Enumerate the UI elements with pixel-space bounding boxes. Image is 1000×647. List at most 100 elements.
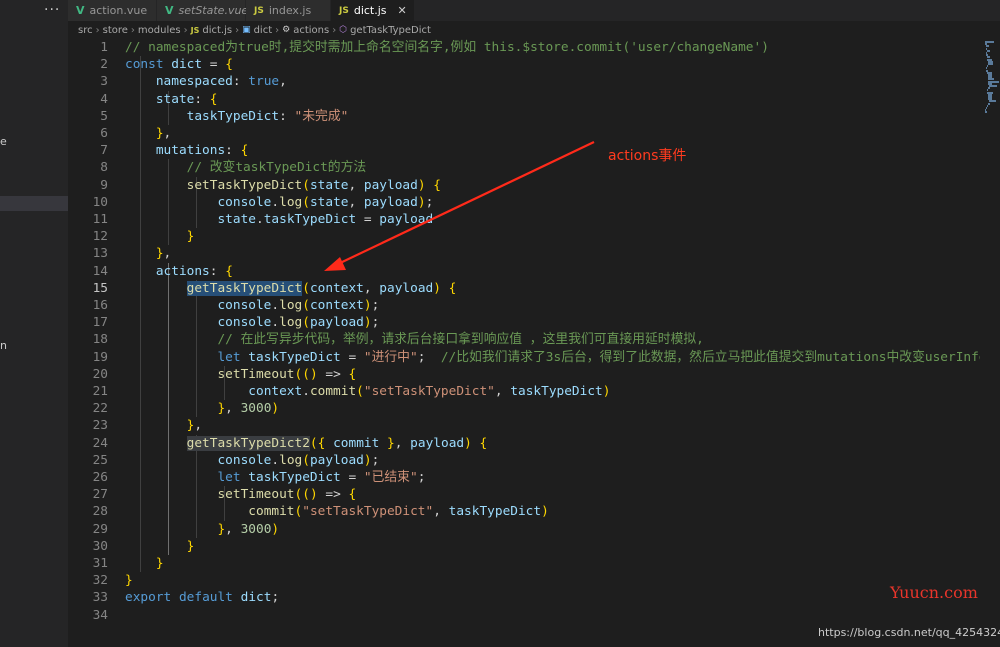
breadcrumb-item[interactable]: modules xyxy=(138,25,181,36)
code-text[interactable]: } xyxy=(125,228,195,245)
code-text[interactable]: setTimeout(() => { xyxy=(125,486,356,503)
code-line[interactable]: 4 state: { xyxy=(68,91,980,108)
code-text[interactable]: console.log(state, payload); xyxy=(125,194,433,211)
code-line[interactable]: 32} xyxy=(68,572,980,589)
code-line[interactable]: 23 }, xyxy=(68,417,980,434)
code-text[interactable]: getTaskTypeDict(context, payload) { xyxy=(125,280,456,297)
line-number: 19 xyxy=(92,349,108,365)
tab-dict-js[interactable]: JS dict.js ✕ xyxy=(331,0,415,21)
breadcrumb-item[interactable]: dict xyxy=(254,25,273,36)
code-editor[interactable]: 1 // namespaced为true时,提交时需加上命名空间名字,例如 thi… xyxy=(68,39,980,647)
code-line[interactable]: 1 // namespaced为true时,提交时需加上命名空间名字,例如 thi… xyxy=(68,39,980,56)
chevron-right-icon: › xyxy=(183,24,188,36)
code-line[interactable]: 28 commit("setTaskTypeDict", taskTypeDic… xyxy=(68,503,980,520)
code-text[interactable]: mutations: { xyxy=(125,142,248,159)
code-line[interactable]: 14 actions: { xyxy=(68,263,980,280)
code-text[interactable]: setTimeout(() => { xyxy=(125,366,356,383)
minimap[interactable] xyxy=(985,39,1000,647)
tab-action-vue[interactable]: V action.vue xyxy=(68,0,157,21)
code-line[interactable]: 5 taskTypeDict: "未完成" xyxy=(68,108,980,125)
code-line[interactable]: 26 let taskTypeDict = "已结束"; xyxy=(68,469,980,486)
chevron-right-icon: › xyxy=(235,24,240,36)
code-text[interactable]: }, 3000) xyxy=(125,521,279,538)
code-line[interactable]: 12 } xyxy=(68,228,980,245)
code-text[interactable]: } xyxy=(125,572,133,589)
annotation-label: actions事件 xyxy=(608,148,687,164)
code-line[interactable]: 16 console.log(context); xyxy=(68,297,980,314)
code-line[interactable]: 22 }, 3000) xyxy=(68,400,980,417)
code-line[interactable]: 9 setTaskTypeDict(state, payload) { xyxy=(68,177,980,194)
code-line[interactable]: 10 console.log(state, payload); xyxy=(68,194,980,211)
breadcrumb-item[interactable]: actions xyxy=(293,25,329,36)
explorer-fragment[interactable]: e xyxy=(0,135,7,148)
code-line[interactable]: 31 } xyxy=(68,555,980,572)
breadcrumb-item[interactable]: store xyxy=(103,25,128,36)
code-line[interactable]: 33 export default dict; xyxy=(68,589,980,606)
tab-setstate-vue[interactable]: V setState.vue xyxy=(157,0,248,21)
code-line[interactable]: 8 // 改变taskTypeDict的方法 xyxy=(68,159,980,176)
code-text[interactable]: commit("setTaskTypeDict", taskTypeDict) xyxy=(125,503,549,520)
more-actions-icon[interactable]: ··· xyxy=(44,2,60,18)
code-text[interactable]: } xyxy=(125,555,164,572)
line-number: 6 xyxy=(100,126,108,141)
code-text[interactable]: const dict = { xyxy=(125,56,233,73)
code-text[interactable]: console.log(context); xyxy=(125,297,379,314)
code-line[interactable]: 24 getTaskTypeDict2({ commit }, payload)… xyxy=(68,435,980,452)
code-line[interactable]: 25 console.log(payload); xyxy=(68,452,980,469)
line-number: 23 xyxy=(92,418,108,434)
variable-icon: ▣ xyxy=(242,25,251,35)
tab-label: index.js xyxy=(268,4,312,17)
code-text[interactable]: namespaced: true, xyxy=(125,73,287,90)
code-line[interactable]: 21 context.commit("setTaskTypeDict", tas… xyxy=(68,383,980,400)
code-text[interactable]: // namespaced为true时,提交时需加上命名空间名字,例如 this… xyxy=(125,39,769,56)
line-number: 22 xyxy=(92,401,108,417)
breadcrumb-item[interactable]: getTaskTypeDict xyxy=(350,25,431,36)
code-line[interactable]: 19 let taskTypeDict = "进行中"; //比如我们请求了3s… xyxy=(68,349,980,366)
code-text[interactable]: }, xyxy=(125,125,171,142)
code-text[interactable]: context.commit("setTaskTypeDict", taskTy… xyxy=(125,383,610,400)
code-line[interactable]: 34 xyxy=(68,607,980,624)
explorer-selected-row[interactable] xyxy=(0,196,68,211)
code-line[interactable]: 3 namespaced: true, xyxy=(68,73,980,90)
close-icon[interactable]: ✕ xyxy=(398,4,407,17)
code-text[interactable]: let taskTypeDict = "已结束"; xyxy=(125,469,425,486)
breadcrumb-item[interactable]: dict.js xyxy=(202,25,232,36)
code-text[interactable]: export default dict; xyxy=(125,589,279,606)
code-line[interactable]: 29 }, 3000) xyxy=(68,521,980,538)
line-number: 18 xyxy=(92,332,108,348)
minimap-line xyxy=(987,49,991,52)
line-number: 15 xyxy=(92,280,108,296)
code-text[interactable]: }, xyxy=(125,245,171,262)
code-text[interactable]: taskTypeDict: "未完成" xyxy=(125,108,349,125)
code-line[interactable]: 18 // 在此写异步代码，举例，请求后台接口拿到响应值 ，这里我们可直接用延时… xyxy=(68,331,980,348)
line-number: 31 xyxy=(92,556,108,571)
code-line[interactable]: 20 setTimeout(() => { xyxy=(68,366,980,383)
code-line[interactable]: 13 }, xyxy=(68,245,980,262)
tab-index-js[interactable]: JS index.js xyxy=(246,0,331,21)
code-line[interactable]: 7 mutations: { xyxy=(68,142,980,159)
line-number: 27 xyxy=(92,487,108,503)
code-text[interactable]: }, xyxy=(125,417,202,434)
code-line[interactable]: 11 state.taskTypeDict = payload xyxy=(68,211,980,228)
code-text[interactable]: console.log(payload); xyxy=(125,314,379,331)
explorer-fragment[interactable]: n xyxy=(0,339,7,352)
code-text[interactable]: state.taskTypeDict = payload xyxy=(125,211,433,228)
code-text[interactable]: setTaskTypeDict(state, payload) { xyxy=(125,177,441,194)
code-text[interactable]: let taskTypeDict = "进行中"; //比如我们请求了3s后台，… xyxy=(125,349,980,366)
code-text[interactable]: } xyxy=(125,538,195,555)
code-line[interactable]: 15 getTaskTypeDict(context, payload) { xyxy=(68,280,980,297)
code-text[interactable]: console.log(payload); xyxy=(125,452,379,469)
code-text[interactable]: actions: { xyxy=(125,263,233,280)
code-line[interactable]: 27 setTimeout(() => { xyxy=(68,486,980,503)
code-text[interactable]: state: { xyxy=(125,91,218,108)
line-number: 11 xyxy=(92,212,108,227)
code-line[interactable]: 6 }, xyxy=(68,125,980,142)
code-text[interactable]: // 在此写异步代码，举例，请求后台接口拿到响应值 ，这里我们可直接用延时模拟, xyxy=(125,331,703,348)
code-text[interactable]: getTaskTypeDict2({ commit }, payload) { xyxy=(125,435,487,452)
code-line[interactable]: 17 console.log(payload); xyxy=(68,314,980,331)
code-line[interactable]: 30 } xyxy=(68,538,980,555)
code-line[interactable]: 2 const dict = { xyxy=(68,56,980,73)
code-text[interactable]: }, 3000) xyxy=(125,400,279,417)
breadcrumb-item[interactable]: src xyxy=(78,25,93,36)
code-text[interactable]: // 改变taskTypeDict的方法 xyxy=(125,159,367,176)
